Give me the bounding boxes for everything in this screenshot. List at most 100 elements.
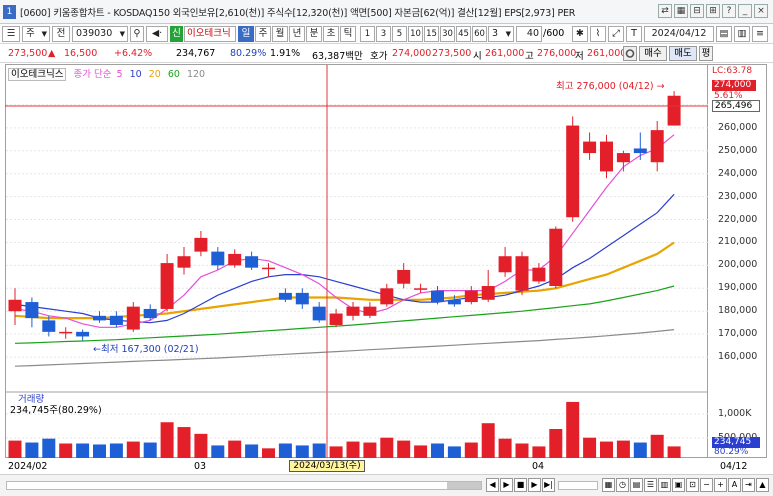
candle-body bbox=[498, 256, 512, 273]
volume-bar bbox=[431, 443, 444, 458]
step-icon[interactable]: ▶ bbox=[528, 478, 541, 492]
volume-bar bbox=[8, 440, 22, 458]
ma-period-120: 120 bbox=[186, 69, 206, 80]
candle-body bbox=[481, 286, 495, 300]
volume-bar bbox=[566, 401, 580, 458]
horizontal-scrollbar[interactable] bbox=[6, 481, 482, 490]
price-tick-label: 240,000 bbox=[718, 167, 758, 179]
x-label-feb: 2024/02 bbox=[8, 461, 48, 472]
high-annotation: 최고 276,000 (04/12) → bbox=[556, 78, 665, 92]
volume-bar bbox=[549, 429, 563, 458]
volume-bar bbox=[143, 442, 157, 458]
volume-bar bbox=[600, 441, 613, 458]
candle-body bbox=[25, 302, 39, 319]
candle-body bbox=[76, 331, 90, 337]
volume-bar bbox=[346, 441, 360, 458]
high-annotation-text: 최고 276,000 (04/12) bbox=[556, 81, 654, 92]
scroll-up-icon[interactable]: ▲ bbox=[756, 478, 769, 492]
plus-icon[interactable]: + bbox=[714, 478, 727, 492]
ma-period-20: 20 bbox=[148, 69, 161, 80]
candle-body bbox=[464, 290, 478, 303]
minus-icon[interactable]: − bbox=[700, 478, 713, 492]
candle-body bbox=[8, 299, 22, 312]
price-tick-label: 160,000 bbox=[718, 351, 758, 363]
candle-body bbox=[312, 306, 326, 321]
current-price-badge: 274,000 bbox=[712, 80, 756, 91]
price-tick-label: 230,000 bbox=[718, 190, 758, 202]
x-label-end: 04/12 bbox=[720, 461, 748, 472]
candle-body bbox=[380, 288, 394, 305]
candle-body bbox=[363, 306, 377, 316]
scroll-end-icon[interactable]: ▶| bbox=[542, 478, 555, 492]
volume-bar bbox=[464, 442, 478, 458]
price-tick-label: 250,000 bbox=[718, 144, 758, 156]
volume-bar bbox=[447, 446, 461, 458]
table-icon[interactable]: ▤ bbox=[630, 478, 643, 492]
volume-bar bbox=[312, 443, 326, 458]
volume-tick-1000k: 1,000K bbox=[718, 408, 752, 419]
volume-bar bbox=[498, 438, 512, 458]
candle-body bbox=[549, 228, 563, 287]
volume-bar bbox=[380, 437, 394, 458]
candle-body bbox=[228, 253, 242, 266]
stop-icon[interactable]: ■ bbox=[514, 478, 527, 492]
history-icon[interactable]: ◷ bbox=[616, 478, 629, 492]
candle-body bbox=[59, 331, 73, 334]
candle-body bbox=[211, 251, 225, 266]
arrow-right-icon: → bbox=[656, 81, 665, 92]
volume-series bbox=[8, 401, 681, 458]
candle-body bbox=[93, 315, 106, 321]
ma-period-5: 5 bbox=[116, 69, 123, 80]
candle-body bbox=[515, 256, 529, 291]
candle-body bbox=[431, 290, 444, 303]
candle-body bbox=[42, 320, 56, 332]
chart-icon[interactable]: ⊡ bbox=[686, 478, 699, 492]
volume-bar bbox=[177, 427, 191, 458]
lc-label: LC:63.78 bbox=[712, 66, 753, 76]
volume-bar bbox=[109, 443, 123, 458]
candle-body bbox=[447, 299, 461, 305]
volume-bar bbox=[633, 442, 647, 458]
candle-body bbox=[583, 141, 597, 154]
line-ma60 bbox=[14, 285, 675, 344]
candle-body bbox=[160, 263, 174, 309]
low-annotation: ←최저 167,300 (02/21) bbox=[93, 341, 199, 355]
scrollbar-thumb[interactable] bbox=[447, 482, 481, 489]
play-icon[interactable]: ▶ bbox=[500, 478, 513, 492]
price-tick-label: 170,000 bbox=[718, 328, 758, 340]
candle-body bbox=[177, 256, 191, 268]
volume-bar bbox=[194, 433, 208, 458]
legend-stock-name: 이오테크닉스 bbox=[11, 69, 64, 80]
grid-view-icon[interactable]: ▦ bbox=[602, 478, 615, 492]
line-ma20 bbox=[14, 241, 675, 320]
arrow-left-icon: ← bbox=[93, 344, 101, 355]
volume-bar bbox=[616, 440, 630, 458]
volume-bar bbox=[245, 444, 259, 458]
candle-body bbox=[262, 267, 275, 270]
volume-grid-lines bbox=[6, 413, 708, 439]
text-size-icon[interactable]: A bbox=[728, 478, 741, 492]
price-tick-label: 190,000 bbox=[718, 282, 758, 294]
zoom-slider[interactable] bbox=[558, 481, 598, 490]
candle-body bbox=[397, 269, 411, 284]
volume-bar bbox=[262, 448, 275, 458]
arrow-icon[interactable]: ⇥ bbox=[742, 478, 755, 492]
price-tick-label: 200,000 bbox=[718, 259, 758, 271]
scroll-left-icon[interactable]: ◀ bbox=[486, 478, 499, 492]
layout-icon[interactable]: ▣ bbox=[672, 478, 685, 492]
price-tick-label: 180,000 bbox=[718, 305, 758, 317]
price-tick-label: 210,000 bbox=[718, 236, 758, 248]
volume-bar bbox=[532, 446, 546, 458]
candle-body bbox=[633, 148, 647, 154]
ma-period-60: 60 bbox=[167, 69, 180, 80]
candle-body bbox=[245, 256, 259, 268]
list-icon[interactable]: ☰ bbox=[644, 478, 657, 492]
candle-body bbox=[414, 288, 428, 290]
panel-icon[interactable]: ▥ bbox=[658, 478, 671, 492]
volume-bar bbox=[667, 446, 681, 458]
volume-bar bbox=[295, 445, 309, 458]
volume-bar bbox=[363, 442, 377, 458]
candle-body bbox=[295, 292, 309, 305]
legend-stock-box[interactable]: 이오테크닉스 bbox=[8, 68, 67, 81]
volume-bar bbox=[481, 423, 495, 458]
